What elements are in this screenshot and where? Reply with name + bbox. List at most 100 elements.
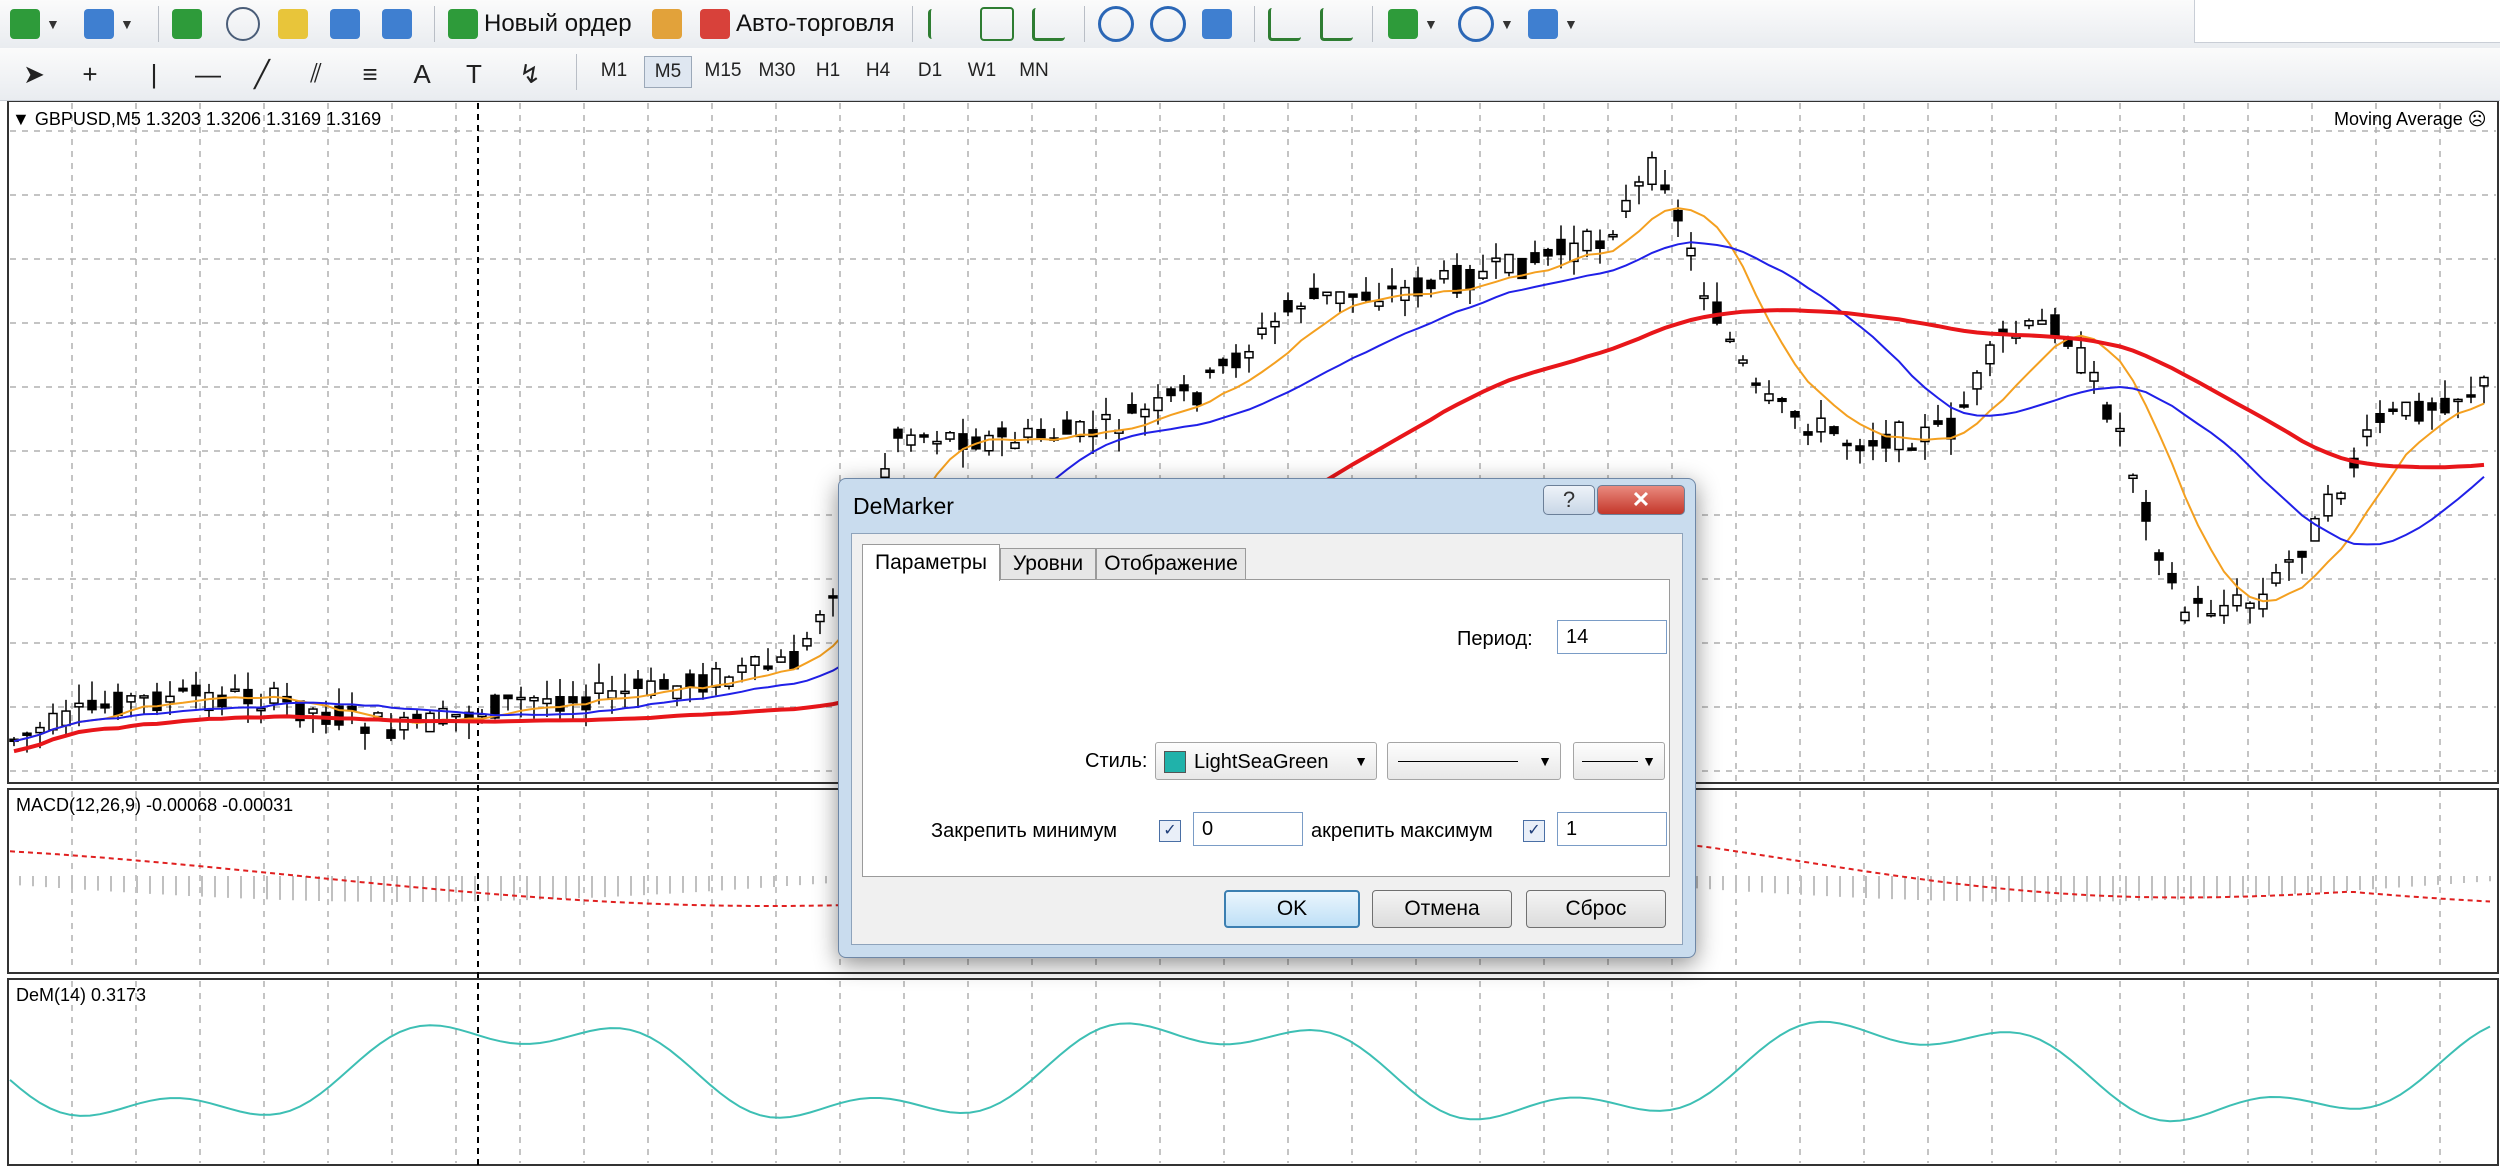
candle-body <box>1842 442 1852 447</box>
arrows-icon[interactable]: ↯ <box>512 56 548 92</box>
profiles-button[interactable]: ▼ <box>84 4 134 44</box>
tab-levels[interactable]: Уровни <box>1000 548 1096 579</box>
cancel-button[interactable]: Отмена <box>1372 890 1512 928</box>
candle-body <box>256 707 266 712</box>
zoom-out-button[interactable] <box>1150 4 1186 44</box>
timeframe-m5[interactable]: M5 <box>644 56 692 88</box>
search-input[interactable] <box>2194 0 2500 43</box>
fix-max-checkbox[interactable]: ✓ <box>1523 820 1545 842</box>
bar-chart-button[interactable] <box>928 4 961 44</box>
fibonacci-icon[interactable]: ≡ <box>352 56 388 92</box>
market-watch-button[interactable] <box>172 4 202 44</box>
horizontal-line-icon[interactable]: — <box>190 56 226 92</box>
line-width-preview <box>1582 761 1638 762</box>
candle-body <box>945 432 955 440</box>
line-style-select[interactable]: ▼ <box>1387 742 1561 780</box>
candle-body <box>555 696 565 712</box>
new-order-button[interactable]: Новый ордер <box>448 4 632 44</box>
zoom-in-button[interactable] <box>1098 4 1134 44</box>
candle-body <box>1426 279 1436 290</box>
metaeditor-icon <box>652 9 682 39</box>
main-toolbar: ▼ ▼ Новый ордер Авто-торговля ▼ ▼ ▼ <box>0 0 2500 49</box>
close-button[interactable]: ✕ <box>1597 485 1685 515</box>
candle-body <box>2024 320 2034 327</box>
new-chart-button[interactable]: ▼ <box>10 4 60 44</box>
timeframe-m15[interactable]: M15 <box>698 56 748 86</box>
tester-icon <box>382 9 412 39</box>
ok-button[interactable]: OK <box>1224 890 1360 928</box>
timeframe-w1[interactable]: W1 <box>960 56 1004 86</box>
line-width-select[interactable]: ▼ <box>1573 742 1665 780</box>
parameters-panel: Период: 14 Стиль: LightSeaGreen ▼ ▼ ▼ За… <box>862 579 1670 877</box>
new-chart-icon <box>10 9 40 39</box>
equidistant-channel-icon[interactable]: ⫽ <box>298 56 334 92</box>
text-icon[interactable]: A <box>404 56 440 92</box>
candle-body <box>776 656 786 663</box>
autoscroll-button[interactable] <box>1268 4 1301 44</box>
terminal-button[interactable] <box>330 4 360 44</box>
timeframe-h4[interactable]: H4 <box>856 56 900 86</box>
indicators-button[interactable]: ▼ <box>1388 4 1438 44</box>
candle-body <box>2297 550 2307 558</box>
candlestick-button[interactable] <box>980 4 1014 44</box>
clock-icon <box>1458 6 1494 42</box>
chart-shift-button[interactable] <box>1320 4 1353 44</box>
tab-display[interactable]: Отображение <box>1096 548 1246 579</box>
candle-body <box>1257 327 1267 335</box>
help-button[interactable]: ? <box>1543 485 1595 515</box>
candle-body <box>451 713 461 718</box>
candle-body <box>1894 421 1904 451</box>
macd-label: MACD(12,26,9) -0.00068 -0.00031 <box>16 795 294 815</box>
candle-body <box>1270 320 1280 328</box>
color-name: LightSeaGreen <box>1194 751 1329 773</box>
candle-body <box>2167 572 2177 584</box>
trendline-icon[interactable]: ╱ <box>244 56 280 92</box>
candle-body <box>1959 404 1969 408</box>
period-input[interactable]: 14 <box>1557 620 1667 654</box>
reset-button[interactable]: Сброс <box>1526 890 1666 928</box>
timeframe-m1[interactable]: M1 <box>592 56 636 86</box>
line-chart-button[interactable] <box>1032 4 1065 44</box>
periods-button[interactable]: ▼ <box>1458 4 1514 44</box>
fix-min-checkbox[interactable]: ✓ <box>1159 820 1181 842</box>
timeframe-mn[interactable]: MN <box>1012 56 1056 86</box>
chevron-down-icon: ▼ <box>1564 16 1578 32</box>
candle-body <box>2089 371 2099 382</box>
toolbar-separator <box>434 6 435 42</box>
candle-body <box>1725 338 1735 343</box>
tab-parameters[interactable]: Параметры <box>862 544 1000 581</box>
indicator-name-label: Moving Average ☹ <box>2334 109 2487 130</box>
candle-body <box>1816 417 1826 433</box>
candle-body <box>1387 285 1397 290</box>
data-window-button[interactable] <box>226 4 260 44</box>
cursor-icon[interactable]: ➤ <box>16 56 52 92</box>
templates-button[interactable]: ▼ <box>1528 4 1578 44</box>
timeframe-m30[interactable]: M30 <box>752 56 802 86</box>
vertical-line-icon[interactable]: | <box>136 56 172 92</box>
crosshair-tool-icon[interactable]: + <box>72 56 108 92</box>
auto-trading-button[interactable]: Авто-торговля <box>700 4 894 44</box>
zoom-out-icon <box>1150 6 1186 42</box>
candle-body <box>1348 293 1358 298</box>
tile-windows-button[interactable] <box>1202 4 1232 44</box>
candle-body <box>1101 413 1111 421</box>
metaeditor-button[interactable] <box>652 4 682 44</box>
timeframe-h1[interactable]: H1 <box>806 56 850 86</box>
navigator-button[interactable] <box>278 4 308 44</box>
toolbar-separator <box>158 6 159 42</box>
text-label-icon[interactable]: T <box>456 56 492 92</box>
star-icon <box>278 9 308 39</box>
indicators-icon <box>1388 9 1418 39</box>
candle-body <box>2115 427 2125 433</box>
drawing-toolbar: ➤ + | — ╱ ⫽ ≡ A T ↯ M1 M5 M15 M30 H1 H4 … <box>0 48 2500 101</box>
strategy-tester-button[interactable] <box>382 4 412 44</box>
color-select[interactable]: LightSeaGreen ▼ <box>1155 742 1377 780</box>
candle-body <box>1374 300 1384 307</box>
fix-max-input[interactable]: 1 <box>1557 812 1667 846</box>
fix-min-input[interactable]: 0 <box>1193 812 1303 846</box>
dialog-title: DeMarker <box>853 493 954 519</box>
timeframe-d1[interactable]: D1 <box>908 56 952 86</box>
candle-body <box>2323 493 2333 517</box>
candle-body <box>1803 431 1813 436</box>
candle-body <box>789 651 799 670</box>
